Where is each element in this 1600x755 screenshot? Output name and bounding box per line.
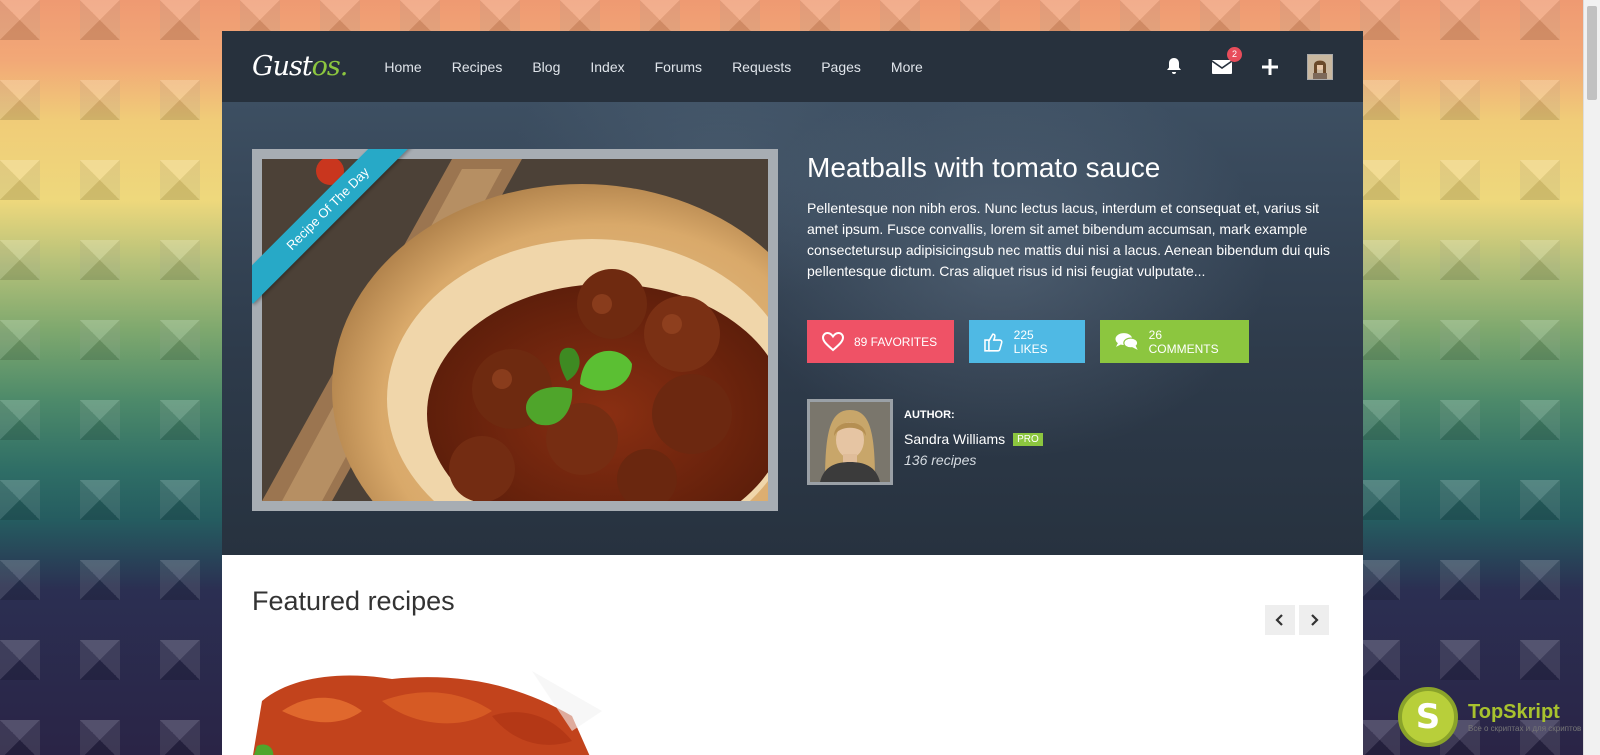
chevron-right-icon — [1311, 614, 1319, 626]
recipe-actions: 89 FAVORITES 225 LIKES 26 COMMENTS — [807, 320, 1249, 363]
envelope-icon[interactable]: 2 — [1211, 46, 1242, 78]
user-avatar[interactable] — [1307, 53, 1333, 80]
slider-next-button[interactable] — [1299, 605, 1329, 635]
nav-item-blog[interactable]: Blog — [517, 59, 575, 75]
nav-item-more[interactable]: More — [876, 59, 938, 75]
author-avatar[interactable] — [807, 399, 893, 485]
author-label: AUTHOR: — [904, 409, 955, 421]
plus-icon[interactable] — [1259, 56, 1281, 78]
favorites-button[interactable]: 89 FAVORITES — [807, 320, 954, 363]
author-recipe-count: 136 recipes — [904, 452, 977, 468]
featured-recipes-heading: Featured recipes — [252, 586, 455, 616]
nav-actions: 2 — [1163, 46, 1333, 80]
comments-label: 26 COMMENTS — [1148, 327, 1219, 356]
site-logo[interactable]: Gustos. — [252, 51, 348, 82]
main-menu: Home Recipes Blog Index Forums Requests … — [369, 59, 937, 75]
topskript-logo-icon: S — [1398, 687, 1458, 747]
nav-item-forums[interactable]: Forums — [640, 59, 717, 75]
topskript-title: TopSkript — [1468, 701, 1560, 723]
author-name[interactable]: Sandra Williams — [904, 431, 1005, 447]
topskript-subtitle: Все о скриптах и для скриптов — [1468, 724, 1582, 733]
pro-badge: PRO — [1013, 432, 1043, 446]
nav-item-index[interactable]: Index — [575, 59, 639, 75]
nav-item-home[interactable]: Home — [369, 59, 436, 75]
topskript-text: TopSkript Все о скриптах и для скриптов — [1468, 701, 1581, 733]
featured-recipe-image[interactable] — [252, 671, 606, 755]
comments-icon — [1115, 333, 1139, 350]
topskript-watermark[interactable]: S TopSkript Все о скриптах и для скрипто… — [1398, 687, 1581, 747]
nav-item-recipes[interactable]: Recipes — [437, 59, 518, 75]
comments-button[interactable]: 26 COMMENTS — [1100, 320, 1249, 363]
thumbs-up-icon — [984, 332, 1003, 352]
recipe-of-the-day-hero: Recipe Of The Day Meatballs with tomato … — [222, 102, 1363, 555]
recipe-description: Pellentesque non nibh eros. Nunc lectus … — [807, 200, 1330, 279]
likes-label: 225 LIKES — [1013, 327, 1048, 356]
slider-prev-button[interactable] — [1265, 605, 1295, 635]
bell-icon[interactable] — [1163, 56, 1185, 78]
nav-item-pages[interactable]: Pages — [806, 59, 876, 75]
top-navbar: Gustos. Home Recipes Blog Index Forums R… — [222, 31, 1363, 102]
nav-item-requests[interactable]: Requests — [717, 59, 806, 75]
heart-icon — [822, 331, 844, 351]
chevron-left-icon — [1275, 614, 1283, 626]
scrollbar-thumb[interactable] — [1587, 6, 1597, 100]
recipe-title[interactable]: Meatballs with tomato sauce — [807, 152, 1160, 184]
page-scrollbar[interactable] — [1583, 0, 1600, 755]
author-name-row: Sandra Williams PRO — [904, 431, 1043, 447]
page-container: Gustos. Home Recipes Blog Index Forums R… — [222, 31, 1363, 755]
recipe-photo-frame[interactable]: Recipe Of The Day — [252, 149, 778, 511]
messages-badge: 2 — [1227, 46, 1242, 62]
likes-button[interactable]: 225 LIKES — [969, 320, 1085, 363]
favorites-label: 89 FAVORITES — [854, 334, 938, 349]
